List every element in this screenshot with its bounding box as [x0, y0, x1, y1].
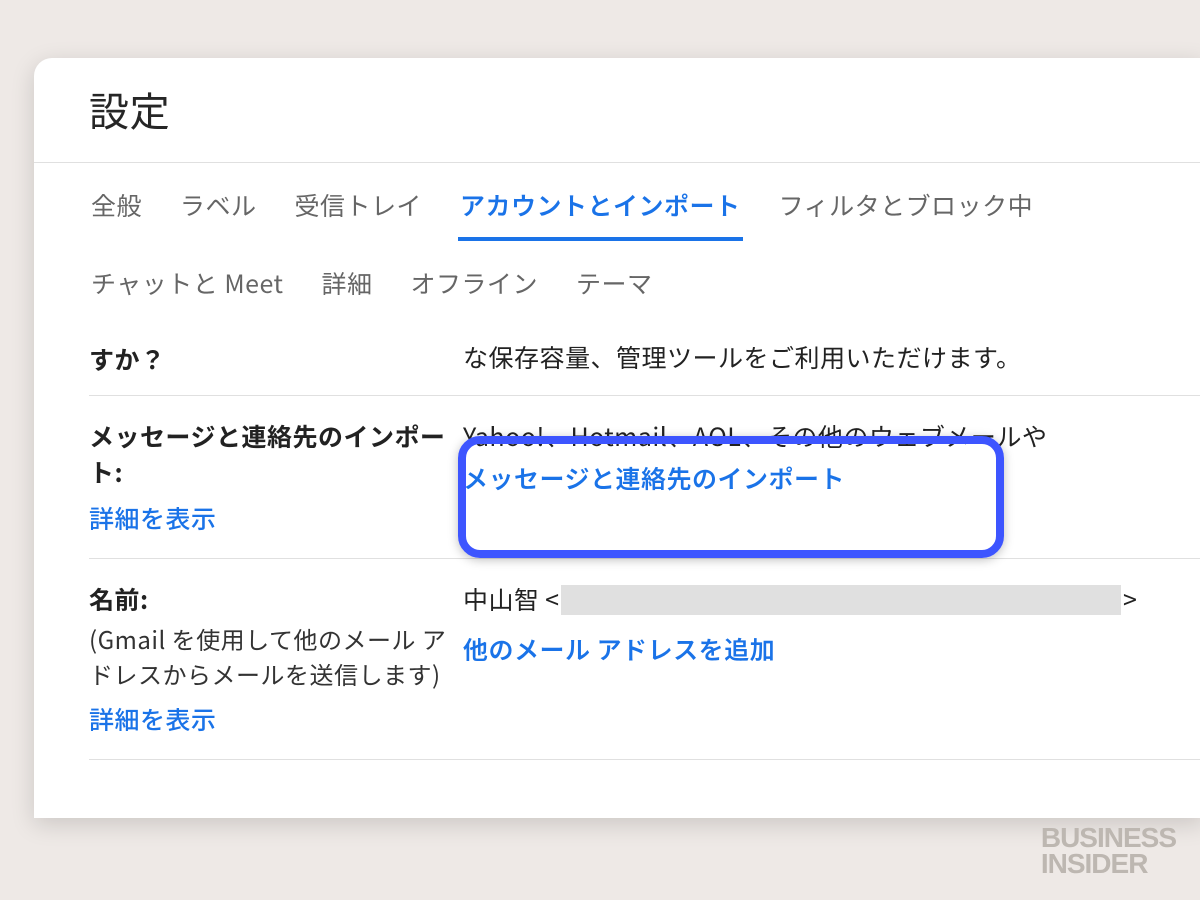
- row-send-as-learn-more-link[interactable]: 詳細を表示: [89, 701, 449, 737]
- settings-tabs: 全般 ラベル 受信トレイ アカウントとインポート フィルタとブロック中 チャット…: [89, 181, 1200, 315]
- row-send-as-label: 名前:: [89, 581, 449, 617]
- tab-chat-meet[interactable]: チャットと Meet: [89, 259, 285, 315]
- tab-general[interactable]: 全般: [89, 181, 144, 241]
- page-title: 設定: [89, 80, 1200, 138]
- row-gmail-business: すか？ な保存容量、管理ツールをご利用いただけます。: [89, 333, 1200, 396]
- tab-inbox[interactable]: 受信トレイ: [293, 181, 425, 241]
- tab-filters[interactable]: フィルタとブロック中: [777, 181, 1036, 241]
- row-send-as: 名前: (Gmail を使用して他のメール アドレスからメールを送信します) 詳…: [89, 559, 1200, 760]
- tab-offline[interactable]: オフライン: [408, 259, 540, 315]
- tab-labels[interactable]: ラベル: [178, 181, 259, 241]
- settings-panel: 設定 全般 ラベル 受信トレイ アカウントとインポート フィルタとブロック中 チ…: [34, 58, 1200, 818]
- send-as-identity: 中山智 <>: [463, 581, 1200, 617]
- send-as-name: 中山智: [463, 581, 540, 617]
- tab-advanced[interactable]: 詳細: [319, 259, 374, 315]
- row-import-desc: Yahoo!、Hotmail、AOL、その他のウェブメールや: [463, 418, 1047, 454]
- row-import: メッセージと連絡先のインポート: 詳細を表示 Yahoo!、Hotmail、AO…: [89, 396, 1200, 559]
- import-messages-contacts-link[interactable]: メッセージと連絡先のインポート: [463, 460, 845, 496]
- watermark-business-insider: BUSINESSINSIDER: [1041, 825, 1176, 878]
- row-gmail-business-desc: な保存容量、管理ツールをご利用いただけます。: [463, 339, 1200, 377]
- add-another-email-link[interactable]: 他のメール アドレスを追加: [463, 631, 1200, 667]
- row-import-learn-more-link[interactable]: 詳細を表示: [89, 500, 449, 536]
- row-send-as-sublabel: (Gmail を使用して他のメール アドレスからメールを送信します): [89, 621, 449, 691]
- tab-themes[interactable]: テーマ: [574, 259, 655, 315]
- row-import-label: メッセージと連絡先のインポート:: [89, 418, 449, 490]
- settings-content: すか？ な保存容量、管理ツールをご利用いただけます。 メッセージと連絡先のインポ…: [89, 333, 1200, 760]
- send-as-email-redacted: [561, 585, 1121, 615]
- row-gmail-business-label: すか？: [89, 339, 449, 377]
- tab-accounts-import[interactable]: アカウントとインポート: [458, 181, 743, 241]
- title-divider: [34, 162, 1200, 163]
